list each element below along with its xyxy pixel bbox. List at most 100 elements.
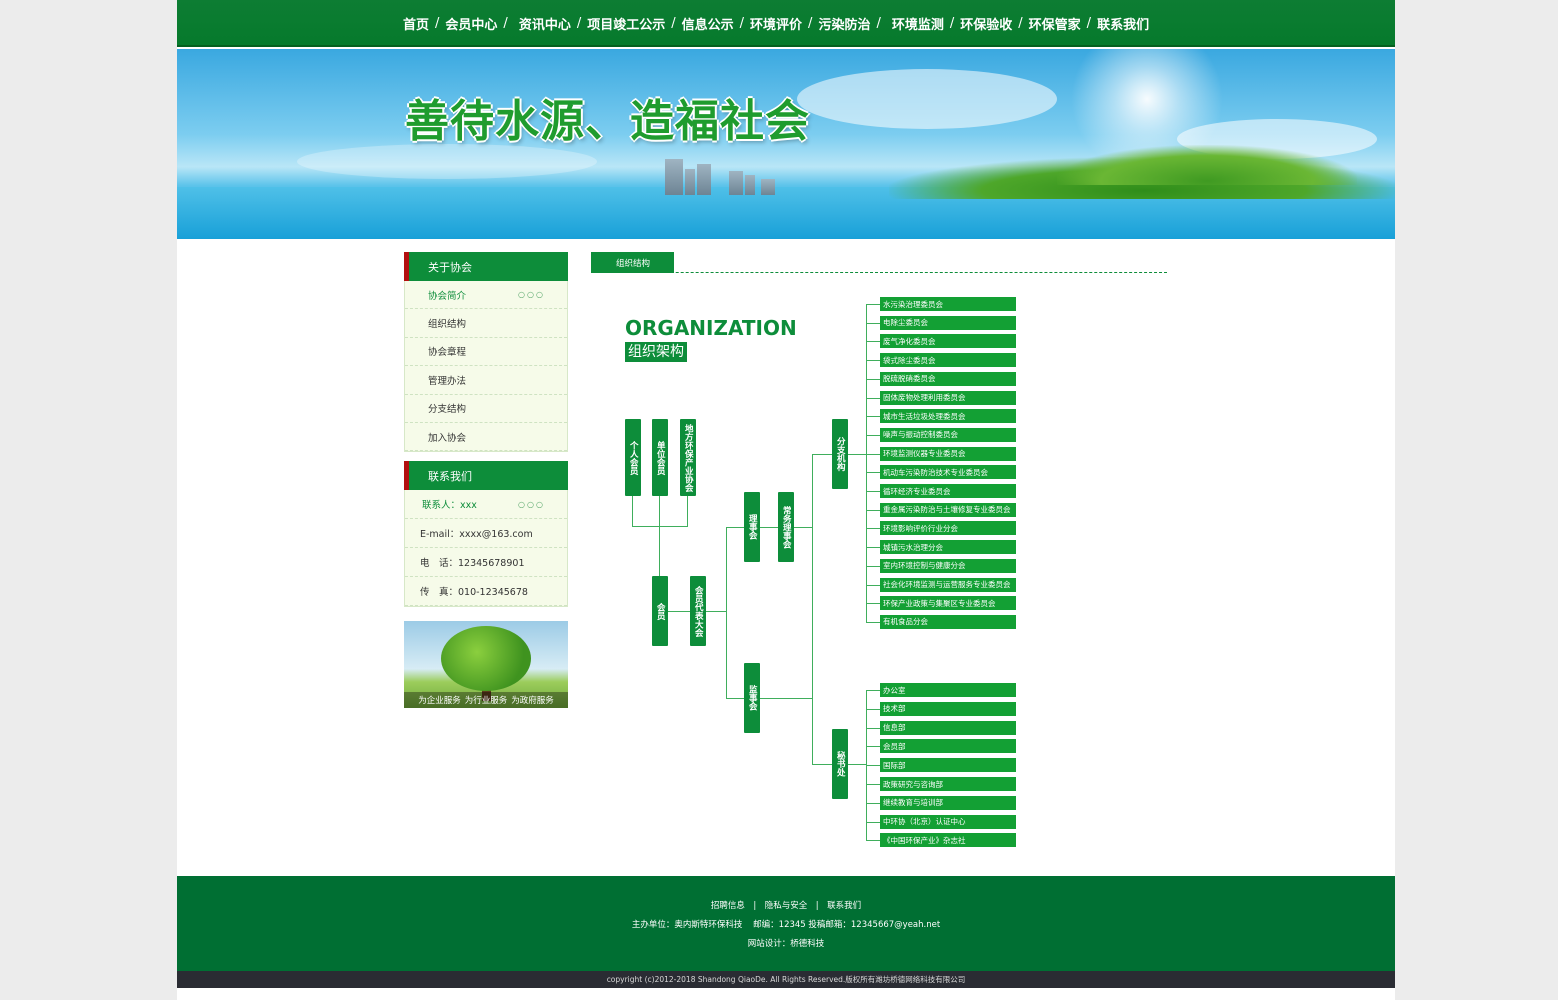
nav-item[interactable]: 环保管家 / [1029,14,1097,33]
banner: 善待水源、造福社会 [177,49,1395,239]
secretariat-item[interactable]: 政策研究与咨询部 [880,777,1016,791]
branch-item[interactable]: 废气净化委员会 [880,334,1016,349]
sidebar-item[interactable]: 分支结构 [405,395,567,423]
secretariat-item[interactable]: 《中国环保产业》杂志社 [880,833,1016,848]
branch-item[interactable]: 脱硫脱硝委员会 [880,371,1016,386]
org-box-branch: 分支机构 [832,419,848,489]
connector-line [812,764,832,765]
connector-line [866,784,880,785]
nav-item[interactable]: 环境评价 / [750,14,818,33]
branch-item[interactable]: 社会化环境监测与运营服务专业委员会 [880,577,1016,592]
about-list: 协会简介 ○○○ 组织结构协会章程 管理办法分支结构加入协会 [404,281,568,453]
copyright: copyright (c)2012-2018 Shandong QiaoDe. … [177,971,1395,988]
org-box-unit: 单位会员 [652,419,668,496]
branch-item[interactable]: 水污染治理委员会 [880,297,1016,311]
connector-line [866,341,880,343]
secretariat-item[interactable]: 技术部 [880,701,1016,716]
secretariat-item[interactable]: 中环协（北京）认证中心 [880,814,1016,829]
branch-item[interactable]: 环境监测仪器专业委员会 [880,446,1016,461]
footer-link[interactable]: 联系我们 [827,901,861,911]
sidebar-item-label: 协会简介 [428,290,467,302]
connector-line [760,698,812,699]
nav-item-label[interactable]: 环境监测 [892,14,944,33]
branch-item[interactable]: 环境影响评价行业分会 [880,521,1016,536]
nav-item-label[interactable]: 环保验收 [960,14,1012,33]
secretariat-item[interactable]: 国际部 [880,758,1016,773]
nav-item-label[interactable]: 环保管家 [1029,14,1081,33]
nav-item-label[interactable]: 环境评价 [750,14,802,33]
caption-text: 为行业服务 [464,696,508,706]
branch-item[interactable]: 有机食品分会 [880,614,1016,629]
branch-item[interactable]: 机动车污染防治技术专业委员会 [880,465,1016,480]
connector-line [866,322,880,324]
branch-item[interactable]: 城镇污水治理分会 [880,540,1016,555]
secretariat-item[interactable]: 办公室 [880,683,1016,697]
footer-link[interactable]: 招聘信息 [711,901,745,911]
nav-item-label[interactable]: 会员中心 [445,14,497,33]
sidebar-item-label: 组织结构 [428,319,467,331]
org-box-member: 会员 [652,576,668,646]
nav-item[interactable]: 信息公示 / [682,14,750,33]
nav-item[interactable]: 环境监测 / [892,14,960,33]
dots-icon: ○○○ [518,499,545,509]
branch-item[interactable]: 环保产业政策与集聚区专业委员会 [880,596,1016,611]
org-box-council: 理事会 [744,492,760,562]
sidebar-item[interactable]: 协会章程 [405,338,567,367]
connector-line [866,491,880,492]
nav-item[interactable]: 资讯中心 / [519,14,587,33]
connector-line [726,527,727,699]
nav-separator: / [576,16,582,31]
footer-separator: | [807,901,828,911]
connector-line [687,496,688,526]
sidebar-item[interactable]: 组织结构 [405,309,567,338]
connector-line [726,698,744,699]
nav-separator: / [503,16,508,31]
nav-separator: / [949,16,955,31]
footer-separator: | [744,901,765,911]
nav-item-label[interactable]: 资讯中心 [519,14,571,33]
connector-line [726,527,744,528]
secretariat-item[interactable]: 会员部 [880,739,1016,754]
nav-item-label[interactable]: 污染防治 [818,14,870,33]
nav-item[interactable]: 会员中心 / [445,14,513,33]
footer-link[interactable]: 隐私与安全 [765,901,808,911]
secretariat-item[interactable]: 信息部 [880,720,1016,735]
branch-item[interactable]: 循环经济专业委员会 [880,484,1016,498]
branch-item[interactable]: 城市生活垃圾处理委员会 [880,409,1016,424]
sidebar-item[interactable]: 管理办法 [405,366,567,395]
branch-item[interactable]: 室内环境控制与健康分会 [880,558,1016,573]
branch-item[interactable]: 重金属污染防治与土壤修复专业委员会 [880,502,1016,517]
branch-item[interactable]: 电除尘委员会 [880,315,1016,330]
tab-organization[interactable]: 组织结构 [591,252,674,273]
nav-item[interactable]: 环保验收 / [960,14,1028,33]
branch-item[interactable]: 袋式除尘委员会 [880,353,1016,368]
nav-item-label[interactable]: 联系我们 [1097,14,1149,33]
connector-line [866,746,880,748]
nav-item-label[interactable]: 信息公示 [682,14,734,33]
branch-item[interactable]: 噪声与振动控制委员会 [880,427,1016,442]
secretariat-item[interactable]: 继续教育与培训部 [880,795,1016,810]
nav-item[interactable]: 项目竣工公示 / [587,14,681,33]
tab-bar: 组织结构 [591,252,1167,273]
sidebar-item[interactable]: 加入协会 [405,423,567,452]
nav-item-label[interactable]: 首页 [403,14,429,33]
nav-item-label[interactable]: 项目竣工公示 [587,14,665,33]
sidebar-item-label: 分支结构 [428,404,467,416]
nav-item[interactable]: 联系我们 [1097,14,1149,33]
connector-line [866,434,880,436]
connector-line [659,496,660,526]
sidebar-item[interactable]: 协会简介 ○○○ [405,281,567,310]
contact-item-label: 电 话：12345678901 [420,558,525,570]
nav-item[interactable]: 污染防治 / [818,14,886,33]
contact-heading: 联系我们 [404,461,568,491]
nav-separator: / [671,16,676,31]
connector-line [848,764,866,765]
contact-item: 联系人：xxx ○○○ [405,490,567,520]
about-heading: 关于协会 [404,252,568,281]
nav-item[interactable]: 首页 / [403,14,445,33]
page: 首页 / 会员中心 / 资讯中心 / 项目竣工公示 / 信息公示 / 环境评价 / 污染防治 / 环境监测 /… [177,0,1395,1000]
connector-line [866,584,880,586]
footer-design: 网站设计：桥德科技 [747,939,825,949]
branch-item[interactable]: 固体废物处理利用委员会 [880,390,1016,405]
caption-text: 为政府服务 [511,696,554,706]
